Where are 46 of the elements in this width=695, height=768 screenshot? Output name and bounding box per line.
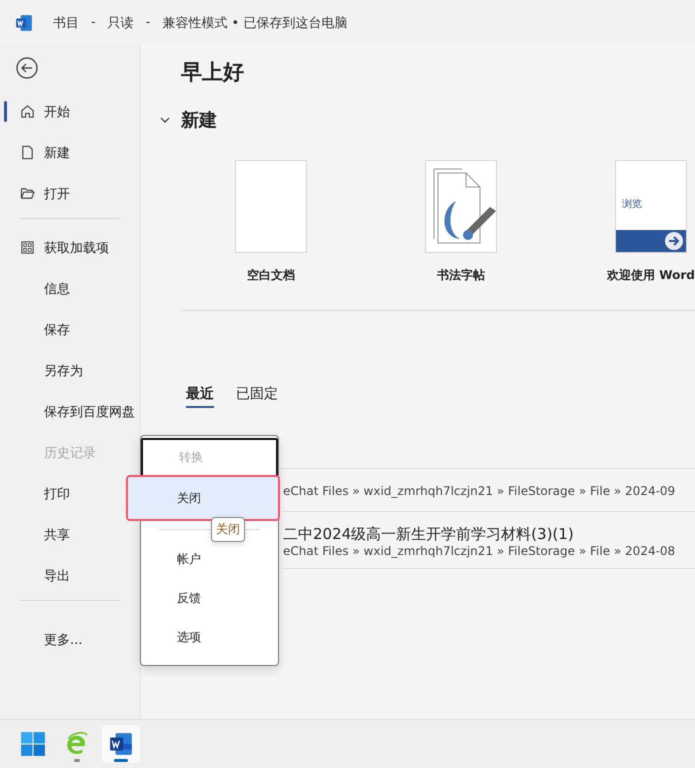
file-path: eChat Files » wxid_zmrhqh7lczjn21 » FileStorage » File » 2024-09 <box>283 484 676 498</box>
grid-icon <box>20 240 35 255</box>
title-text: - <box>146 15 150 30</box>
menu-item[interactable]: 选项 <box>141 618 278 657</box>
word-icon <box>108 731 134 757</box>
template-label: 欢迎使用 Word <box>607 267 695 284</box>
tab[interactable]: 最近 <box>186 385 214 408</box>
title-text: 兼容性模式 • 已保存到这台电脑 <box>162 14 348 32</box>
file-path: eChat Files » wxid_zmrhqh7lczjn21 » FileStorage » File » 2024-08 <box>283 544 676 558</box>
document-icon <box>20 145 35 160</box>
sidebar-item[interactable]: 打印 <box>0 473 76 514</box>
template-label: 书法字帖 <box>437 267 485 284</box>
title-text: 书目 <box>53 14 79 32</box>
menu-item[interactable]: 关闭 <box>128 477 278 519</box>
sidebar-item[interactable]: 共享 <box>0 514 76 555</box>
sidebar-item[interactable]: 新建 <box>0 132 76 173</box>
title-text: 只读 <box>108 14 134 32</box>
taskbar-app[interactable] <box>102 725 140 763</box>
sidebar-item[interactable]: 获取加载项 <box>0 227 115 268</box>
tab[interactable]: 已固定 <box>236 385 278 408</box>
word-logo-icon <box>15 14 33 32</box>
menu-item[interactable]: 帐户 <box>141 540 278 579</box>
windows-icon <box>20 731 46 757</box>
title-text: - <box>91 15 96 30</box>
menu-item[interactable]: 反馈 <box>141 579 278 618</box>
template-thumbnail[interactable] <box>425 160 497 253</box>
sidebar-item[interactable]: 保存 <box>0 309 76 350</box>
thumbnail-text: 浏览 <box>622 198 643 211</box>
back-icon[interactable] <box>16 57 38 79</box>
folder-icon <box>20 186 35 201</box>
section-heading: 新建 <box>181 109 217 132</box>
sidebar-item[interactable]: 导出 <box>0 555 76 596</box>
sidebar-item[interactable]: 另存为 <box>0 350 89 391</box>
sidebar-item[interactable]: 信息 <box>0 268 76 309</box>
sidebar-item[interactable]: 开始 <box>0 91 76 132</box>
template-label: 空白文档 <box>247 267 295 284</box>
template-thumbnail[interactable]: 浏览 <box>615 160 687 253</box>
sidebar-item[interactable]: 更多... <box>0 619 88 660</box>
greeting-heading: 早上好 <box>181 59 245 86</box>
template-thumbnail[interactable] <box>235 160 307 253</box>
sidebar-item[interactable]: 保存到百度网盘 <box>0 391 141 432</box>
file-name[interactable]: 二中2024级高一新生开学前学习材料(3)(1) <box>283 524 695 544</box>
sidebar-item[interactable]: 打开 <box>0 173 76 214</box>
home-icon <box>20 104 35 119</box>
tooltip: 关闭 <box>211 517 245 542</box>
banner-drawing <box>616 230 686 252</box>
